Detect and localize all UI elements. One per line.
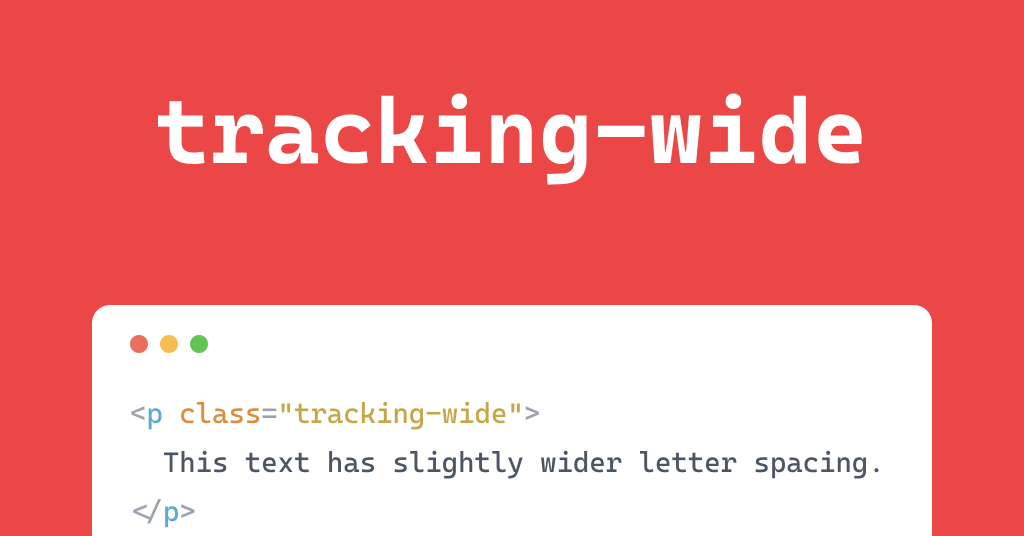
maximize-icon — [190, 335, 208, 353]
token-tag: p — [146, 397, 162, 430]
token-bracket: </ — [130, 495, 163, 528]
token-bracket: < — [130, 397, 146, 430]
close-icon — [130, 335, 148, 353]
code-line-1: <p class="tracking-wide"> — [130, 397, 540, 430]
token-string: "tracking-wide" — [278, 397, 524, 430]
code-text-content: This text has slightly wider letter spac… — [163, 446, 885, 479]
code-window: <p class="tracking-wide"> This text has … — [92, 305, 932, 536]
code-line-2: This text has slightly wider letter spac… — [130, 446, 885, 479]
token-bracket: > — [179, 495, 195, 528]
token-bracket: > — [524, 397, 540, 430]
window-traffic-lights — [130, 335, 894, 353]
token-space — [163, 397, 179, 430]
minimize-icon — [160, 335, 178, 353]
token-attr: class — [179, 397, 261, 430]
token-tag: p — [163, 495, 179, 528]
token-eq: = — [261, 397, 277, 430]
code-block: <p class="tracking-wide"> This text has … — [130, 389, 894, 536]
code-line-3: </p> — [130, 495, 196, 528]
hero-title: tracking-wide — [0, 0, 1024, 185]
